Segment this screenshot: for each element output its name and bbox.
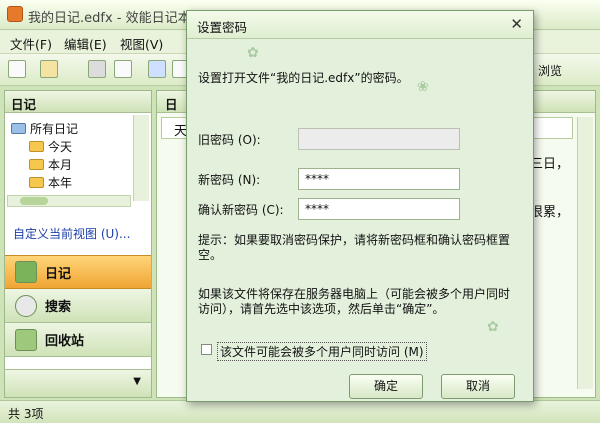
diary-list-scrollbar[interactable] bbox=[577, 117, 593, 389]
menu-file[interactable]: 文件(F) bbox=[10, 34, 52, 53]
left-panel-header: 日记 bbox=[5, 91, 151, 113]
tree-item-year[interactable]: 本年 bbox=[11, 173, 78, 191]
left-panel: 日记 所有日记 今天 本月 本年 自定义当前视图 (U)... 日记 搜索 回收… bbox=[4, 90, 152, 398]
multi-user-checkbox[interactable] bbox=[201, 344, 212, 355]
dialog-title: 设置密码 bbox=[197, 20, 248, 35]
dialog-description: 设置打开文件“我的日记.edfx”的密码。 bbox=[198, 71, 409, 85]
set-password-dialog: 设置密码 ✕ ✿ ❀ ✿ 设置打开文件“我的日记.edfx”的密码。 旧密码 (… bbox=[186, 10, 534, 402]
nav-footer-chevron[interactable]: ▼ bbox=[5, 369, 151, 397]
butterfly-decoration: ❀ bbox=[417, 79, 429, 95]
nav-diary-button[interactable]: 日记 bbox=[5, 255, 151, 289]
nav-label: 回收站 bbox=[45, 334, 85, 349]
tree-item-label: 本年 bbox=[48, 175, 73, 190]
recycle-icon bbox=[15, 328, 37, 351]
old-password-field bbox=[298, 128, 460, 150]
cancel-button[interactable]: 取消 bbox=[441, 374, 515, 399]
customize-view-link[interactable]: 自定义当前视图 (U)... bbox=[13, 225, 130, 242]
folder-icon bbox=[29, 176, 44, 188]
nav-label: 日记 bbox=[45, 266, 72, 282]
menu-view[interactable]: 视图(V) bbox=[120, 34, 163, 53]
nav-recycle-button[interactable]: 回收站 bbox=[5, 323, 151, 357]
list-row-1[interactable]: 三日， bbox=[530, 153, 569, 172]
dialog-title-bar: 设置密码 ✕ bbox=[187, 11, 533, 39]
confirm-password-label: 确认新密码 (C): bbox=[198, 203, 284, 217]
tree-item-label: 本月 bbox=[48, 157, 73, 172]
tree-item-label: 所有日记 bbox=[30, 121, 79, 136]
new-icon[interactable] bbox=[8, 60, 26, 78]
tree-item-today[interactable]: 今天 bbox=[11, 137, 78, 155]
cut-icon[interactable] bbox=[148, 60, 166, 78]
magnifier-icon bbox=[15, 294, 37, 317]
dialog-body: ✿ ❀ ✿ 设置打开文件“我的日记.edfx”的密码。 旧密码 (O): 新密码… bbox=[187, 39, 533, 401]
new-password-field[interactable]: **** bbox=[298, 168, 460, 190]
diary-icon bbox=[15, 261, 37, 283]
butterfly-decoration: ✿ bbox=[247, 45, 259, 61]
tree-vertical-scrollbar[interactable] bbox=[133, 115, 149, 201]
open-folder-icon[interactable] bbox=[40, 60, 58, 78]
print-preview-icon[interactable] bbox=[114, 60, 132, 78]
list-row-2[interactable]: 很累， bbox=[530, 201, 569, 220]
old-password-label: 旧密码 (O): bbox=[198, 133, 261, 147]
print-icon[interactable] bbox=[88, 60, 106, 78]
scroll-thumb[interactable] bbox=[20, 197, 48, 205]
status-bar: 共 3项 bbox=[0, 400, 600, 423]
tree-item-label: 今天 bbox=[48, 139, 73, 154]
app-icon bbox=[7, 6, 23, 22]
flower-decoration: ✿ bbox=[487, 319, 499, 335]
nav-search-button[interactable]: 搜索 bbox=[5, 289, 151, 323]
tree-horizontal-scrollbar[interactable] bbox=[7, 195, 131, 207]
multi-user-checkbox-label[interactable]: 该文件可能会被多个用户同时访问 (M) bbox=[217, 342, 427, 361]
folder-icon bbox=[29, 158, 44, 170]
ok-button[interactable]: 确定 bbox=[349, 374, 423, 399]
diary-book-icon bbox=[11, 122, 26, 134]
tree-item-month[interactable]: 本月 bbox=[11, 155, 78, 173]
new-password-label: 新密码 (N): bbox=[198, 173, 261, 187]
browse-button[interactable]: 浏览 bbox=[538, 62, 562, 79]
hint-text: 提示：如果要取消密码保护，请将新密码框和确认密码框置空。 bbox=[198, 233, 511, 262]
close-icon[interactable]: ✕ bbox=[510, 15, 523, 33]
tree-item-all[interactable]: 所有日记 bbox=[11, 119, 78, 137]
menu-edit[interactable]: 编辑(E) bbox=[64, 34, 107, 53]
nav-label: 搜索 bbox=[45, 300, 72, 315]
confirm-password-field[interactable]: **** bbox=[298, 198, 460, 220]
diary-tree: 所有日记 今天 本月 本年 bbox=[11, 119, 78, 191]
folder-icon bbox=[29, 140, 44, 152]
server-note: 如果该文件将保存在服务器电脑上（可能会被多个用户同时访问），请首先选中该选项，然… bbox=[198, 287, 511, 316]
